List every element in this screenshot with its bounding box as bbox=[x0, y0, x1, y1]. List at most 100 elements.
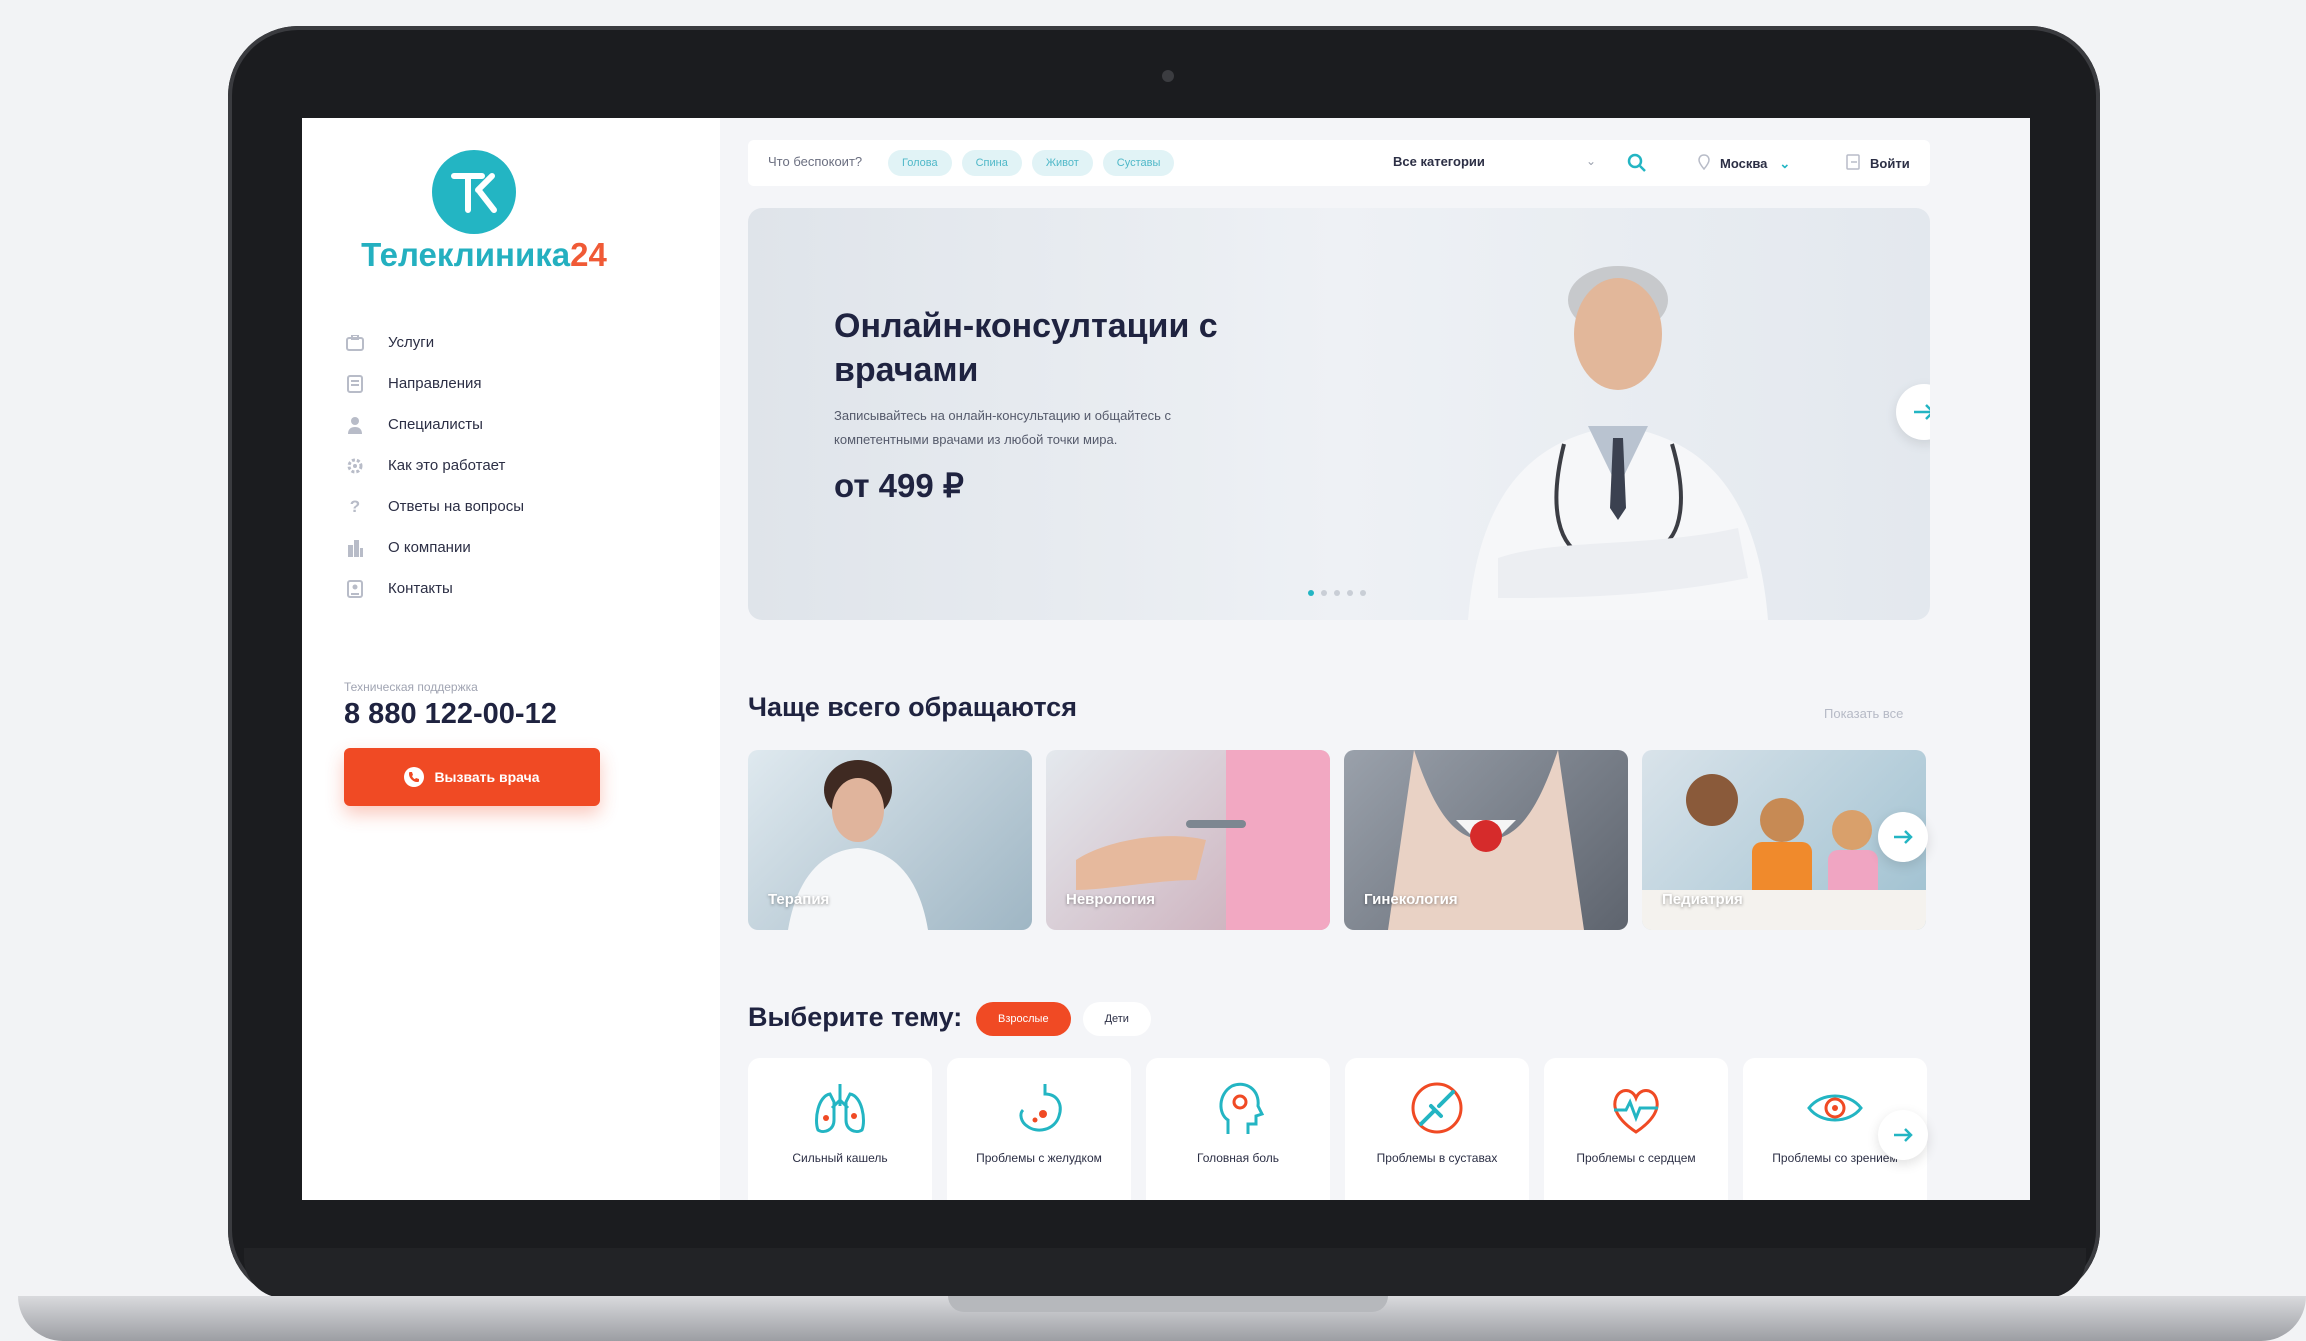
chevron-down-icon: ⌄ bbox=[1779, 155, 1791, 171]
topics-next-button[interactable] bbox=[1878, 1110, 1928, 1160]
card-label: Терапия bbox=[768, 891, 830, 908]
document-icon bbox=[344, 373, 366, 395]
card-gynecology[interactable]: Гинекология bbox=[1344, 750, 1628, 930]
head-icon bbox=[1219, 1082, 1265, 1134]
topic-label: Проблемы со зрением bbox=[1772, 1151, 1898, 1165]
topic-list: Сильный кашель Проблемы с желудком Голов… bbox=[748, 1058, 1942, 1200]
slider-dot[interactable] bbox=[1347, 590, 1353, 596]
city-label: Москва bbox=[1720, 156, 1768, 171]
topic-label: Головная боль bbox=[1197, 1151, 1279, 1165]
category-select[interactable]: Все категории bbox=[1393, 154, 1485, 169]
audience-tabs: Взрослые Дети bbox=[976, 1002, 1163, 1036]
call-doctor-label: Вызвать врача bbox=[434, 769, 540, 785]
chip-head[interactable]: Голова bbox=[888, 150, 952, 176]
arrow-right-icon bbox=[1894, 830, 1913, 844]
popular-cards: Терапия Неврология Гинекология Педиатрия bbox=[748, 750, 1940, 930]
chevron-down-icon[interactable]: ⌄ bbox=[1586, 154, 1596, 168]
login-button[interactable]: Войти bbox=[1846, 154, 1910, 173]
sidebar-nav: Услуги Направления Специалисты Как это р… bbox=[344, 322, 524, 609]
slider-dot[interactable] bbox=[1321, 590, 1327, 596]
card-neurology[interactable]: Неврология bbox=[1046, 750, 1330, 930]
doctor-photo bbox=[1468, 266, 1768, 620]
sidebar-item-label: О компании bbox=[388, 539, 471, 556]
phone-icon bbox=[404, 767, 425, 787]
laptop-bezel bbox=[244, 1248, 2086, 1298]
sidebar-item-directions[interactable]: Направления bbox=[344, 363, 524, 404]
topic-label: Проблемы в суставах bbox=[1376, 1151, 1498, 1165]
topic-heart[interactable]: Проблемы с сердцем bbox=[1544, 1058, 1728, 1200]
slider-dot[interactable] bbox=[1360, 590, 1366, 596]
card-label: Гинекология bbox=[1364, 891, 1458, 908]
city-select[interactable]: Москва ⌄ bbox=[1698, 154, 1790, 173]
topic-cough[interactable]: Сильный кашель bbox=[748, 1058, 932, 1200]
cards-next-button[interactable] bbox=[1878, 812, 1928, 862]
arrow-right-icon bbox=[1914, 404, 1930, 420]
topic-label: Проблемы с желудком bbox=[976, 1151, 1102, 1165]
logo-name: Телеклиника bbox=[361, 236, 571, 273]
search-icon[interactable] bbox=[1624, 150, 1650, 176]
card-therapy[interactable]: Терапия bbox=[748, 750, 1032, 930]
screen: Телеклиника24 Услуги Направления Специал… bbox=[302, 118, 2030, 1200]
sidebar-item-label: Специалисты bbox=[388, 416, 483, 433]
slider-dots bbox=[1308, 590, 1373, 596]
sidebar-item-how-it-works[interactable]: Как это работает bbox=[344, 445, 524, 486]
topics-title: Выберите тему: bbox=[748, 1002, 963, 1032]
hero-title: Онлайн-консултации с врачами bbox=[834, 307, 1218, 389]
lungs-icon bbox=[815, 1084, 865, 1134]
services-icon bbox=[344, 332, 366, 354]
location-pin-icon bbox=[1698, 154, 1710, 173]
symptom-chips: Голова Спина Живот Суставы bbox=[888, 150, 1184, 176]
chip-back[interactable]: Спина bbox=[961, 150, 1022, 176]
card-label: Педиатрия bbox=[1662, 891, 1743, 908]
sidebar-item-label: Контакты bbox=[388, 580, 453, 597]
building-icon bbox=[344, 537, 366, 559]
sidebar-item-specialists[interactable]: Специалисты bbox=[344, 404, 524, 445]
logo-accent: 24 bbox=[570, 236, 607, 273]
laptop-notch bbox=[948, 1296, 1388, 1312]
hero-text: Записывайтесь на онлайн-консультацию и о… bbox=[834, 408, 1171, 447]
support-label: Техническая поддержка bbox=[344, 680, 478, 694]
tab-adults[interactable]: Взрослые bbox=[976, 1002, 1071, 1036]
joint-icon bbox=[1411, 1082, 1463, 1134]
sidebar-item-label: Направления bbox=[388, 375, 482, 392]
topic-label: Проблемы с сердцем bbox=[1576, 1151, 1696, 1165]
arrow-right-icon bbox=[1894, 1128, 1913, 1142]
topic-joints[interactable]: Проблемы в суставах bbox=[1345, 1058, 1529, 1200]
main-content: Что беспокоит? Голова Спина Живот Сустав… bbox=[720, 118, 2030, 1200]
chip-joints[interactable]: Суставы bbox=[1102, 150, 1175, 176]
sidebar-item-contacts[interactable]: Контакты bbox=[344, 568, 524, 609]
hero-next-button[interactable] bbox=[1896, 384, 1930, 440]
popular-title: Чаще всего обращаются bbox=[748, 692, 1077, 722]
call-doctor-button[interactable]: Вызвать врача bbox=[344, 748, 600, 806]
heart-icon bbox=[1613, 1089, 1659, 1134]
search-bar[interactable]: Что беспокоит? Голова Спина Живот Сустав… bbox=[748, 140, 1930, 186]
logo-icon[interactable] bbox=[432, 150, 516, 234]
stomach-icon bbox=[1019, 1084, 1062, 1132]
chip-stomach[interactable]: Живот bbox=[1031, 150, 1093, 176]
slider-dot[interactable] bbox=[1334, 590, 1340, 596]
gear-icon bbox=[344, 455, 366, 477]
sidebar-item-label: Ответы на вопросы bbox=[388, 498, 525, 515]
login-label: Войти bbox=[1870, 156, 1910, 171]
show-all-link[interactable]: Показать все bbox=[1824, 706, 1903, 721]
slider-dot[interactable] bbox=[1308, 590, 1314, 596]
support-phone[interactable]: 8 880 122-00-12 bbox=[344, 698, 557, 731]
topic-label: Сильный кашель bbox=[792, 1151, 888, 1165]
sidebar-item-about[interactable]: О компании bbox=[344, 527, 524, 568]
login-icon bbox=[1846, 154, 1860, 173]
sidebar-item-faq[interactable]: ? Ответы на вопросы bbox=[344, 486, 524, 527]
topic-headache[interactable]: Головная боль bbox=[1146, 1058, 1330, 1200]
sidebar-item-label: Как это работает bbox=[388, 457, 506, 474]
contacts-icon bbox=[344, 578, 366, 600]
question-icon: ? bbox=[349, 496, 361, 516]
webcam bbox=[1162, 70, 1174, 82]
hero-banner: Онлайн-консултации с врачами Записывайте… bbox=[748, 208, 1930, 620]
search-input[interactable]: Что беспокоит? bbox=[768, 154, 862, 169]
tab-kids[interactable]: Дети bbox=[1082, 1002, 1151, 1036]
card-label: Неврология bbox=[1066, 891, 1156, 908]
eye-icon bbox=[1807, 1094, 1863, 1122]
sidebar-item-services[interactable]: Услуги bbox=[344, 322, 524, 363]
sidebar-item-label: Услуги bbox=[388, 334, 435, 351]
topic-stomach[interactable]: Проблемы с желудком bbox=[947, 1058, 1131, 1200]
logo-text[interactable]: Телеклиника24 bbox=[344, 236, 624, 274]
